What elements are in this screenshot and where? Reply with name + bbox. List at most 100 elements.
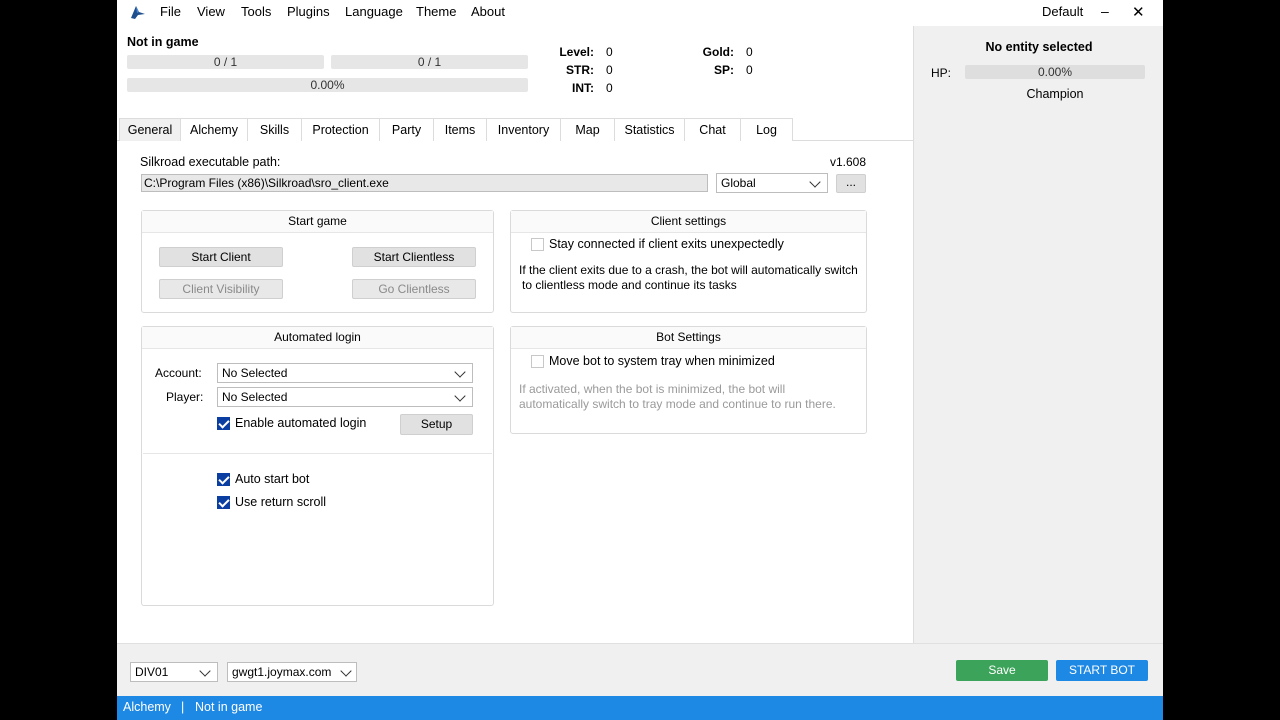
tab-alchemy[interactable]: Alchemy (180, 118, 248, 141)
automated-login-title: Automated login (142, 327, 493, 349)
tab-general[interactable]: General (119, 118, 181, 141)
server-select-value: gwgt1.joymax.com (232, 665, 332, 679)
gold-label: Gold: (702, 45, 734, 59)
auto-start-bot-checkbox[interactable] (217, 473, 230, 486)
menu-bar: File View Tools Plugins Language Theme A… (117, 0, 1163, 26)
tab-bar: General Alchemy Skills Protection Party … (117, 117, 913, 141)
minimize-icon[interactable]: ‒ (1101, 3, 1109, 19)
region-select[interactable]: Global (716, 173, 828, 193)
status-bar: Alchemy | Not in game (117, 696, 1163, 720)
int-label: INT: (572, 81, 594, 95)
str-value: 0 (606, 63, 613, 77)
return-scroll-label: Use return scroll (235, 495, 326, 509)
menu-view[interactable]: View (197, 4, 225, 19)
bottom-bar: DIV01 gwgt1.joymax.com Save START BOT (117, 643, 1163, 696)
enable-auto-login-checkbox[interactable] (217, 417, 230, 430)
tab-skills[interactable]: Skills (247, 118, 302, 141)
entity-title: No entity selected (985, 40, 1093, 54)
tab-chat[interactable]: Chat (684, 118, 741, 141)
hp-bar: 0 / 1 (127, 55, 324, 69)
sp-value: 0 (746, 63, 753, 77)
start-game-group: Start game Start Client Start Clientless… (141, 210, 494, 313)
exe-path-input[interactable]: C:\Program Files (x86)\Silkroad\sro_clie… (141, 174, 708, 192)
client-settings-title: Client settings (511, 211, 866, 233)
chevron-down-icon (809, 176, 821, 188)
enable-auto-login-label: Enable automated login (235, 416, 367, 430)
chevron-down-icon (454, 390, 466, 402)
tab-protection[interactable]: Protection (301, 118, 380, 141)
mp-bar: 0 / 1 (331, 55, 528, 69)
app-logo-icon (131, 6, 145, 19)
bot-window: File View Tools Plugins Language Theme A… (117, 0, 1163, 720)
bot-settings-note-2: automatically switch to tray mode and co… (519, 397, 836, 411)
save-button[interactable]: Save (956, 660, 1048, 681)
start-clientless-button[interactable]: Start Clientless (352, 247, 476, 267)
account-label: Account: (155, 366, 202, 380)
exe-path-label: Silkroad executable path: (140, 155, 281, 169)
client-settings-note-2: to clientless mode and continue its task… (522, 278, 737, 292)
exp-bar: 0.00% (127, 78, 528, 92)
start-bot-button[interactable]: START BOT (1056, 660, 1148, 681)
region-select-value: Global (721, 176, 756, 190)
divider (143, 453, 492, 454)
tab-inventory[interactable]: Inventory (486, 118, 561, 141)
auto-start-bot-label: Auto start bot (235, 472, 310, 486)
setup-button[interactable]: Setup (400, 414, 473, 435)
int-value: 0 (606, 81, 613, 95)
client-settings-note-1: If the client exits due to a crash, the … (519, 263, 858, 277)
stay-connected-checkbox[interactable] (531, 238, 544, 251)
close-icon[interactable]: ✕ (1132, 3, 1145, 21)
account-select-value: No Selected (222, 366, 288, 380)
division-select[interactable]: DIV01 (130, 662, 218, 682)
profile-name[interactable]: Default (1042, 4, 1083, 19)
status-plugin: Alchemy (123, 700, 171, 714)
chevron-down-icon (454, 366, 466, 378)
str-label: STR: (566, 63, 594, 77)
account-select[interactable]: No Selected (217, 363, 473, 383)
menu-tools[interactable]: Tools (241, 4, 271, 19)
bot-settings-group: Bot Settings Move bot to system tray whe… (510, 326, 867, 434)
sp-label: SP: (713, 63, 734, 77)
browse-button[interactable]: ... (836, 174, 866, 193)
division-select-value: DIV01 (135, 665, 169, 679)
stay-connected-label: Stay connected if client exits unexpecte… (549, 237, 784, 251)
player-label: Player: (166, 390, 204, 404)
tab-party[interactable]: Party (379, 118, 434, 141)
return-scroll-checkbox[interactable] (217, 496, 230, 509)
automated-login-group: Automated login Account: No Selected Pla… (141, 326, 494, 606)
status-separator: | (181, 700, 185, 714)
entity-hp-label: HP: (931, 66, 952, 80)
bot-settings-title: Bot Settings (511, 327, 866, 349)
server-select[interactable]: gwgt1.joymax.com (227, 662, 357, 682)
tray-checkbox[interactable] (531, 355, 544, 368)
bot-settings-note-1: If activated, when the bot is minimized,… (519, 382, 786, 396)
entity-panel: No entity selected HP: 0.00% Champion (913, 26, 1163, 643)
start-game-title: Start game (142, 211, 493, 233)
chevron-down-icon (199, 665, 211, 677)
player-select-value: No Selected (222, 390, 288, 404)
go-clientless-button[interactable]: Go Clientless (352, 279, 476, 299)
client-settings-group: Client settings Stay connected if client… (510, 210, 867, 313)
player-select[interactable]: No Selected (217, 387, 473, 407)
level-label: Level: (559, 45, 594, 59)
status-state: Not in game (195, 700, 263, 714)
menu-plugins[interactable]: Plugins (287, 4, 330, 19)
level-value: 0 (606, 45, 613, 59)
menu-about[interactable]: About (471, 4, 505, 19)
chevron-down-icon (340, 665, 352, 677)
game-state-title: Not in game (127, 35, 199, 49)
tab-map[interactable]: Map (560, 118, 615, 141)
menu-theme[interactable]: Theme (416, 4, 456, 19)
entity-hp-bar: 0.00% (965, 65, 1145, 79)
gold-value: 0 (746, 45, 753, 59)
tab-statistics[interactable]: Statistics (614, 118, 685, 141)
entity-type: Champion (1026, 87, 1084, 101)
client-visibility-button[interactable]: Client Visibility (159, 279, 283, 299)
tab-items[interactable]: Items (433, 118, 487, 141)
tab-log[interactable]: Log (740, 118, 793, 141)
start-client-button[interactable]: Start Client (159, 247, 283, 267)
menu-language[interactable]: Language (345, 4, 403, 19)
tray-label: Move bot to system tray when minimized (549, 354, 775, 368)
menu-file[interactable]: File (160, 4, 181, 19)
version-label: v1.608 (830, 155, 867, 169)
